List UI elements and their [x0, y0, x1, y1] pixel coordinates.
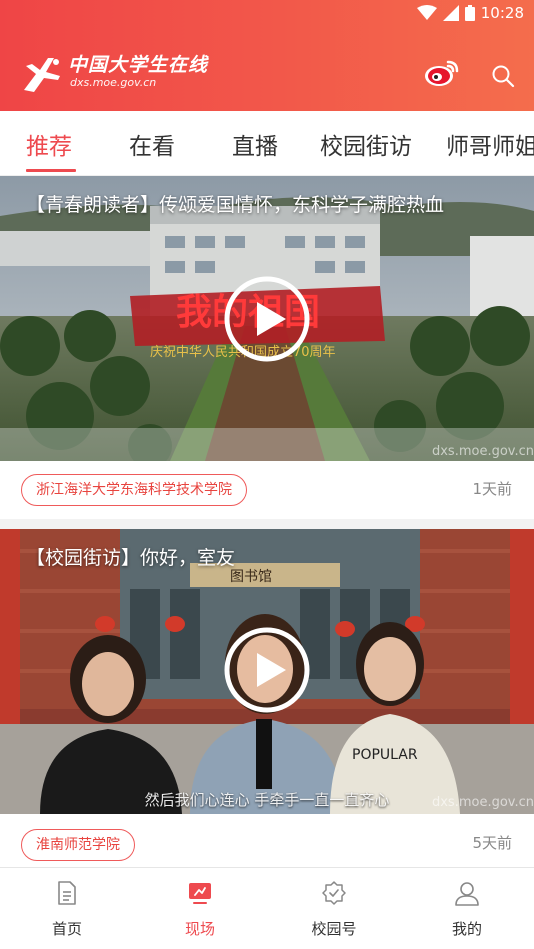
app-header: 10:28 中国大学生在线 dxs.moe.gov.cn: [0, 0, 534, 111]
wifi-icon: [416, 5, 437, 20]
shirt-text: POPULAR: [352, 747, 418, 763]
bottom-navigation: 首页 现场 校园号 我的: [0, 867, 534, 949]
nav-live[interactable]: 现场: [133, 868, 267, 949]
video-title[interactable]: 【校园街访】你好，室友: [26, 543, 235, 570]
active-tab-indicator: [26, 169, 76, 172]
tab-seniors[interactable]: 师哥师姐: [446, 127, 534, 161]
badge-check-icon: [322, 881, 346, 905]
nav-campus[interactable]: 校园号: [267, 868, 401, 949]
tab-recommend[interactable]: 推荐: [26, 127, 72, 161]
video-title[interactable]: 【青春朗读者】传颂爱国情怀，东科学子满腔热血: [26, 190, 444, 217]
video-watermark: dxs.moe.gov.cn: [431, 795, 534, 810]
document-icon: [58, 881, 76, 905]
live-screen-icon: [189, 883, 211, 904]
nav-campus-label: 校园号: [311, 920, 357, 938]
weibo-icon[interactable]: [424, 58, 460, 88]
post-time: 1天前: [472, 480, 512, 498]
nav-home-label: 首页: [51, 920, 82, 938]
nav-mine[interactable]: 我的: [400, 868, 534, 949]
status-time: 10:28: [480, 4, 524, 22]
user-icon: [455, 882, 479, 906]
school-tag[interactable]: 浙江海洋大学东海科学技术学院: [21, 474, 247, 506]
tab-campus-interview[interactable]: 校园街访: [320, 127, 412, 161]
video-card[interactable]: 我的祖国 庆祝中华人民共和国成立70周年 【青春朗读者】传颂爱国情怀，东科学子满…: [0, 176, 534, 529]
card-separator: [0, 519, 534, 529]
nav-home[interactable]: 首页: [0, 868, 134, 949]
video-watermark: dxs.moe.gov.cn: [431, 444, 534, 459]
nav-live-label: 现场: [184, 920, 215, 938]
library-sign: 图书馆: [230, 569, 272, 585]
search-icon[interactable]: [491, 64, 515, 88]
logo-runner-icon: [24, 58, 60, 92]
school-tag[interactable]: 淮南师范学院: [21, 829, 135, 861]
play-icon[interactable]: [224, 276, 310, 362]
tab-watching[interactable]: 在看: [129, 127, 175, 161]
logo-title: 中国大学生在线: [68, 54, 209, 76]
battery-icon: [464, 5, 475, 21]
play-icon[interactable]: [224, 627, 310, 713]
post-time: 5天前: [472, 834, 512, 852]
tab-live[interactable]: 直播: [232, 127, 278, 161]
status-bar: 10:28: [0, 0, 534, 28]
nav-mine-label: 我的: [451, 920, 482, 938]
logo-url: dxs.moe.gov.cn: [70, 76, 157, 89]
app-logo: 中国大学生在线 dxs.moe.gov.cn: [20, 54, 208, 98]
signal-icon: [442, 5, 459, 21]
video-card[interactable]: 图书馆 POPULAR 【校园街访】你好，室友 然后我们心连心 手牵手一直一直齐…: [0, 529, 534, 867]
category-tabs: 推荐 在看 直播 校园街访 师哥师姐: [0, 111, 534, 176]
